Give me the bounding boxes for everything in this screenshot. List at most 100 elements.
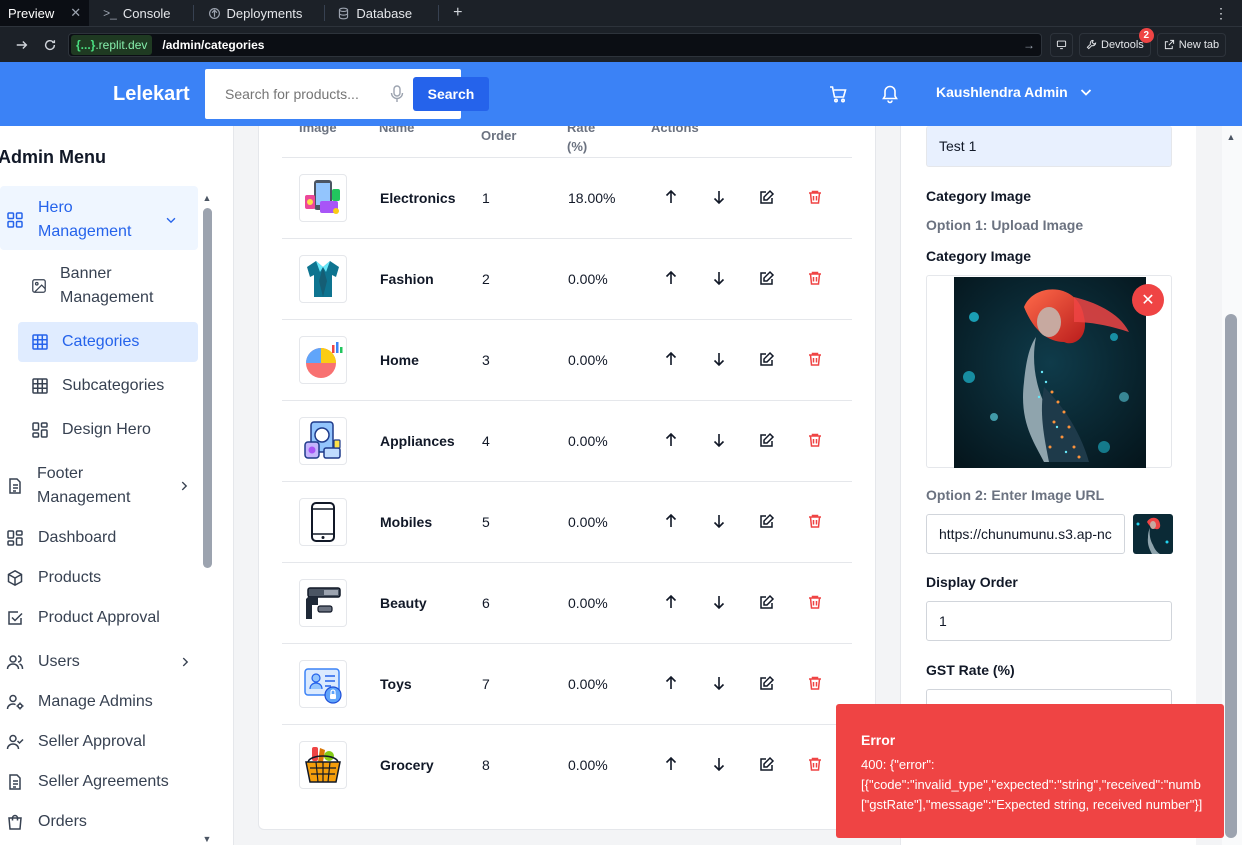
devtools-button[interactable]: Devtools 2	[1079, 27, 1154, 57]
edit-button[interactable]	[758, 269, 776, 287]
sidebar-item-product-approval[interactable]: Product Approval	[6, 606, 160, 630]
move-down-button[interactable]	[710, 350, 728, 368]
edit-icon	[760, 756, 775, 771]
url-host-domain: .replit.dev	[95, 37, 148, 52]
move-up-button[interactable]	[662, 674, 680, 692]
display-order-input[interactable]: 1	[926, 601, 1172, 641]
monitor-icon	[1056, 40, 1067, 50]
move-down-button[interactable]	[710, 512, 728, 530]
move-up-button[interactable]	[662, 350, 680, 368]
scroll-up-arrow[interactable]: ▲	[201, 194, 213, 203]
trash-icon	[809, 757, 821, 771]
edit-button[interactable]	[758, 755, 776, 773]
sidebar-item-orders[interactable]: Orders	[6, 810, 87, 834]
brand-logo[interactable]: Lelekart	[113, 83, 205, 106]
search-bar: Search	[205, 69, 489, 119]
go-arrow-icon[interactable]: →	[1023, 38, 1035, 52]
forward-button[interactable]	[8, 31, 36, 59]
url-field[interactable]: {...}.replit.dev /admin/categories →	[68, 32, 1042, 57]
sidebar-item-categories[interactable]: Categories	[31, 330, 139, 354]
reload-button[interactable]	[36, 31, 64, 59]
delete-button[interactable]	[806, 269, 824, 287]
sidebar-scrollbar-thumb[interactable]	[203, 208, 212, 568]
category-order: 3	[482, 352, 490, 368]
sidebar-item-hero-management[interactable]: Hero Management	[6, 196, 186, 244]
arrow-down-icon	[713, 596, 725, 610]
tab-database[interactable]: Database	[329, 0, 420, 26]
delete-button[interactable]	[806, 512, 824, 530]
move-up-button[interactable]	[662, 593, 680, 611]
sidebar-item-footer-label: Footer Management	[37, 465, 131, 506]
image-url-input[interactable]: https://chunumunu.s3.ap-nc	[926, 514, 1125, 554]
edit-button[interactable]	[758, 512, 776, 530]
add-tab-icon[interactable]: +	[447, 4, 468, 22]
delete-button[interactable]	[806, 674, 824, 692]
move-up-button[interactable]	[662, 431, 680, 449]
category-name: Grocery	[380, 757, 434, 773]
sidebar-item-seller-approval[interactable]: Seller Approval	[6, 730, 146, 754]
edit-button[interactable]	[758, 350, 776, 368]
url-host: {...}.replit.dev	[71, 34, 153, 55]
move-down-button[interactable]	[710, 188, 728, 206]
page-scrollbar-thumb[interactable]	[1225, 314, 1237, 838]
image-url-thumbnail	[1133, 514, 1173, 554]
cart-icon[interactable]	[828, 84, 848, 104]
sidebar-item-design-hero[interactable]: Design Hero	[31, 418, 151, 442]
table-row: Appliances 4 0.00%	[282, 400, 852, 481]
search-input[interactable]	[225, 86, 380, 102]
appliances-icon	[304, 421, 341, 459]
sidebar-item-dashboard[interactable]: Dashboard	[6, 526, 116, 550]
arrow-down-icon	[713, 353, 725, 367]
tab-console[interactable]: >_ Console	[95, 0, 178, 26]
move-down-button[interactable]	[710, 755, 728, 773]
edit-button[interactable]	[758, 674, 776, 692]
error-toast[interactable]: Error 400: {"error": [{"code":"invalid_t…	[836, 704, 1224, 838]
sidebar-item-manage-admins[interactable]: Manage Admins	[6, 690, 153, 714]
table-row: Home 3 0.00%	[282, 319, 852, 400]
move-down-button[interactable]	[710, 593, 728, 611]
category-name-field[interactable]: Test 1	[926, 126, 1172, 167]
tab-divider	[438, 5, 440, 21]
sidebar-item-seller-agreements[interactable]: Seller Agreements	[6, 770, 169, 794]
category-name: Beauty	[380, 595, 427, 611]
category-order: 8	[482, 757, 490, 773]
move-up-button[interactable]	[662, 755, 680, 773]
edit-button[interactable]	[758, 431, 776, 449]
sidebar-item-banner-management[interactable]: Banner Management	[31, 262, 160, 310]
delete-button[interactable]	[806, 593, 824, 611]
move-up-button[interactable]	[662, 188, 680, 206]
sidebar-item-subcategories[interactable]: Subcategories	[31, 374, 164, 398]
scroll-down-arrow[interactable]: ▼	[201, 835, 213, 844]
move-up-button[interactable]	[662, 512, 680, 530]
category-gst-rate: 0.00%	[568, 514, 608, 530]
bell-icon[interactable]	[880, 84, 900, 104]
move-down-button[interactable]	[710, 269, 728, 287]
arrow-up-icon	[665, 189, 677, 203]
edit-button[interactable]	[758, 188, 776, 206]
remove-image-button[interactable]: ✕	[1132, 284, 1164, 316]
search-button[interactable]: Search	[413, 77, 489, 111]
microphone-icon[interactable]	[390, 85, 404, 103]
delete-button[interactable]	[806, 188, 824, 206]
sidebar-item-footer-management[interactable]: Footer Management	[6, 462, 191, 510]
close-icon[interactable]: ✕	[70, 5, 81, 21]
move-up-button[interactable]	[662, 269, 680, 287]
edit-button[interactable]	[758, 593, 776, 611]
option1-label: Option 1: Upload Image	[926, 217, 1084, 233]
move-down-button[interactable]	[710, 674, 728, 692]
device-preview-button[interactable]	[1050, 32, 1073, 57]
scroll-up-arrow[interactable]: ▲	[1225, 133, 1237, 142]
sidebar-item-products[interactable]: Products	[6, 566, 101, 590]
more-options-icon[interactable]: ⋮	[1214, 5, 1228, 22]
delete-button[interactable]	[806, 755, 824, 773]
move-down-button[interactable]	[710, 431, 728, 449]
delete-button[interactable]	[806, 350, 824, 368]
database-icon	[339, 7, 349, 19]
user-menu[interactable]: Kaushlendra Admin	[936, 84, 1094, 100]
table-row: Grocery 8 0.00%	[282, 724, 852, 805]
new-tab-button[interactable]: New tab	[1156, 32, 1227, 57]
tab-deployments[interactable]: Deployments	[200, 0, 311, 26]
sidebar-item-users[interactable]: Users	[6, 650, 192, 674]
delete-button[interactable]	[806, 431, 824, 449]
tab-preview[interactable]: Preview ✕	[0, 0, 90, 26]
